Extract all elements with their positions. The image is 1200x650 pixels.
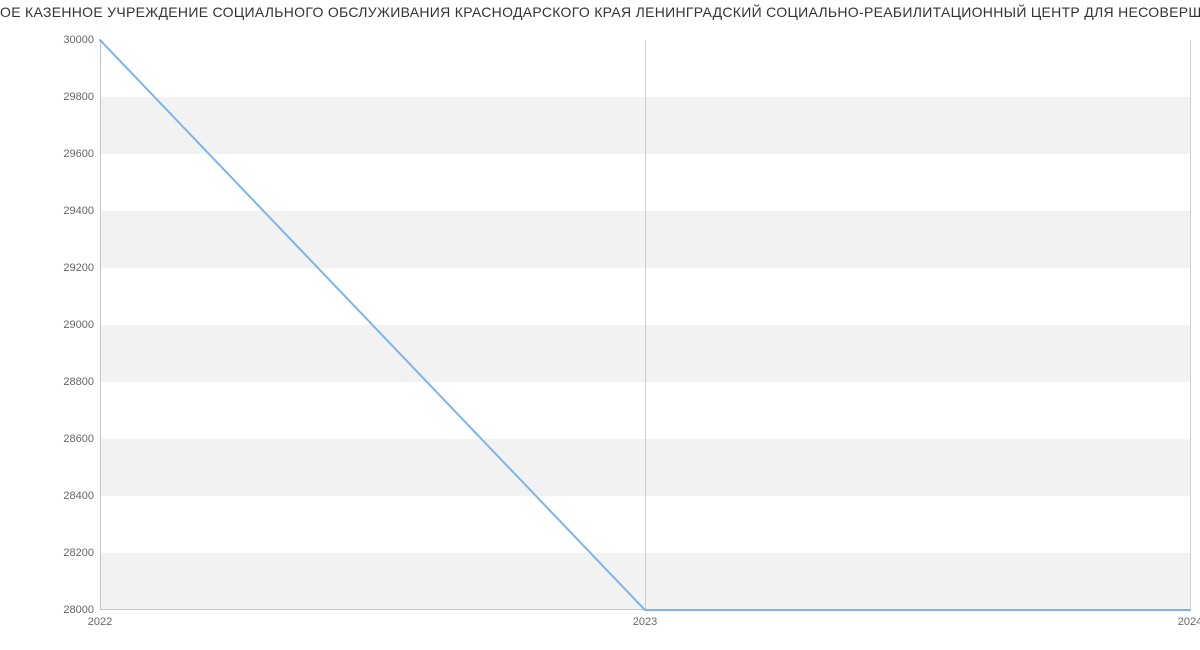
- x-gridline: [1190, 40, 1191, 610]
- y-tick-label: 30000: [4, 34, 94, 46]
- y-tick-label: 28400: [4, 490, 94, 502]
- y-tick-label: 29400: [4, 205, 94, 217]
- x-tick-label: 2022: [88, 616, 112, 628]
- chart-container: ОЕ КАЗЕННОЕ УЧРЕЖДЕНИЕ СОЦИАЛЬНОГО ОБСЛУ…: [0, 0, 1200, 650]
- y-tick-label: 28000: [4, 604, 94, 616]
- plot-area: [100, 40, 1190, 610]
- data-series-line: [100, 40, 1190, 610]
- line-layer: [100, 40, 1190, 610]
- y-tick-label: 29800: [4, 91, 94, 103]
- y-tick-label: 28600: [4, 433, 94, 445]
- x-tick-label: 2024: [1178, 616, 1200, 628]
- y-tick-label: 28800: [4, 376, 94, 388]
- y-tick-label: 29600: [4, 148, 94, 160]
- y-tick-label: 29200: [4, 262, 94, 274]
- y-tick-label: 29000: [4, 319, 94, 331]
- chart-title: ОЕ КАЗЕННОЕ УЧРЕЖДЕНИЕ СОЦИАЛЬНОГО ОБСЛУ…: [0, 4, 1200, 20]
- x-tick-label: 2023: [633, 616, 657, 628]
- y-tick-label: 28200: [4, 547, 94, 559]
